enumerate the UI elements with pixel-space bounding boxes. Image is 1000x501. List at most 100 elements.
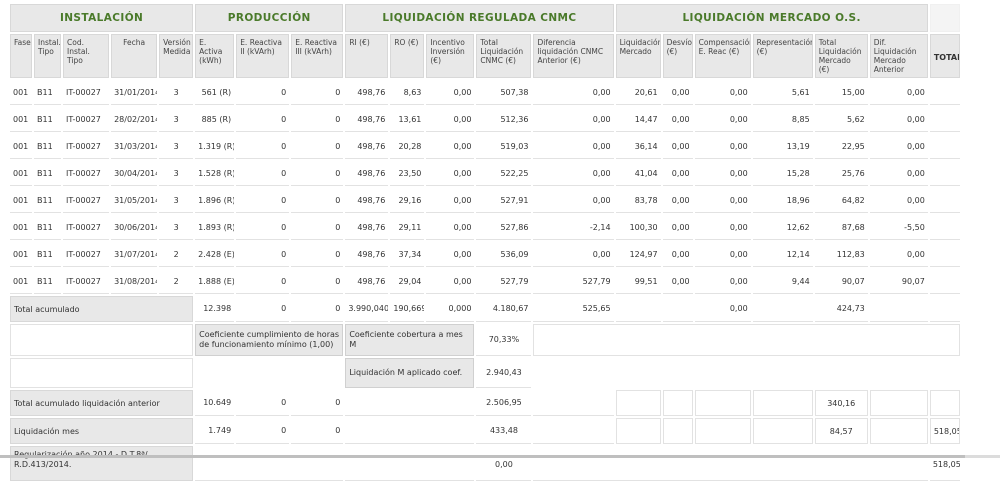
table-cell — [929, 134, 960, 159]
col-instal-tipo: Instal. Tipo — [34, 34, 62, 78]
table-cell: 527,86 — [476, 215, 532, 240]
table-cell — [929, 161, 960, 186]
table-row: 001 B11 IT-00027 31/05/2014 3 1.896 (R) 0 0 498,… — [10, 188, 960, 213]
table-cell: 124,97 — [615, 242, 661, 267]
mes-label: Liquidación mes — [10, 418, 194, 444]
table-cell: 1.528 (R) — [195, 161, 235, 186]
table-cell: 3 — [159, 80, 194, 105]
table-cell: 112,83 — [814, 242, 868, 267]
table-cell: 0 — [236, 161, 290, 186]
table-cell: 0,00 — [426, 134, 475, 159]
table-cell: 3 — [159, 188, 194, 213]
table-cell: 0,00 — [694, 80, 751, 105]
table-body: 001 B11 IT-00027 31/01/2014 3 561 (R) 0 0 498,76… — [10, 80, 960, 294]
table-cell: 0,00 — [694, 107, 751, 132]
coef-cobertura-label: Coeficiente cobertura a mes M — [345, 324, 475, 356]
table-cell: 0 — [291, 107, 344, 132]
horizontal-scrollbar[interactable] — [0, 455, 1000, 458]
regularizacion-total-cnmc: 0,00 — [476, 446, 532, 481]
col-version-medida: Versión Medida — [159, 34, 194, 78]
table-cell: 527,91 — [476, 188, 532, 213]
table-cell: 8,85 — [752, 107, 813, 132]
table-cell: 0 — [291, 134, 344, 159]
table-cell: 498,76 — [345, 161, 389, 186]
total-mercado: 424,73 — [814, 296, 868, 322]
table-cell: B11 — [34, 242, 62, 267]
coef-row-2: Liquidación M aplicado coef. 2.940,43 — [10, 358, 960, 388]
group-produccion: PRODUCCIÓN — [195, 4, 344, 32]
table-cell: IT-00027 — [63, 269, 110, 294]
table-cell: 0,00 — [662, 80, 693, 105]
anterior-total-mercado: 340,16 — [814, 390, 868, 416]
table-cell: 12,62 — [752, 215, 813, 240]
table-cell — [929, 269, 960, 294]
table-cell: 0 — [236, 107, 290, 132]
col-diferencia-cnmc: Diferencia liquidación CNMC Anterior (€) — [533, 34, 614, 78]
col-e-reactiva-iii: E. Reactiva III (kVArh) — [291, 34, 344, 78]
mes-total-cnmc: 433,48 — [476, 418, 532, 444]
table-cell: 885 (R) — [195, 107, 235, 132]
scrollbar-thumb[interactable] — [0, 455, 965, 458]
table-cell: 0 — [236, 80, 290, 105]
table-cell: 29,04 — [390, 269, 425, 294]
table-cell: 15,00 — [814, 80, 868, 105]
table-cell: 13,19 — [752, 134, 813, 159]
table-row: 001 B11 IT-00027 31/07/2014 2 2.428 (E) 0 0 498,… — [10, 242, 960, 267]
table-cell: 498,76 — [345, 107, 389, 132]
table-cell: IT-00027 — [63, 188, 110, 213]
total-cnmc: 4.180,67 — [476, 296, 532, 322]
col-desvios: Desvíos (€) — [662, 34, 693, 78]
table-cell: 0 — [291, 188, 344, 213]
table-cell: 0,00 — [533, 161, 614, 186]
table-cell: 9,44 — [752, 269, 813, 294]
table-cell: 001 — [10, 107, 33, 132]
table-cell: 001 — [10, 80, 33, 105]
anterior-e-reactiva-ii: 0 — [236, 390, 290, 416]
table-cell: 3 — [159, 107, 194, 132]
table-cell: -2,14 — [533, 215, 614, 240]
col-cod-instal-tipo: Cod. Instal. Tipo — [63, 34, 110, 78]
col-fase: Fase — [10, 34, 33, 78]
col-ri: RI (€) — [345, 34, 389, 78]
table-cell: B11 — [34, 107, 62, 132]
table-cell: 5,62 — [814, 107, 868, 132]
table-cell: 31/03/2014 — [111, 134, 158, 159]
total-ro: 190,669 — [390, 296, 425, 322]
table-cell: 0,00 — [694, 188, 751, 213]
table-cell: 22,95 — [814, 134, 868, 159]
table-cell: 3 — [159, 161, 194, 186]
table-cell: 527,79 — [476, 269, 532, 294]
table-cell: 0,00 — [869, 107, 928, 132]
table-cell — [929, 242, 960, 267]
anterior-e-reactiva-iii: 0 — [291, 390, 344, 416]
table-cell — [929, 188, 960, 213]
table-cell: 0,00 — [662, 134, 693, 159]
table-row: 001 B11 IT-00027 28/02/2014 3 885 (R) 0 0 498,76… — [10, 107, 960, 132]
total-e-reactiva-iii: 0 — [291, 296, 344, 322]
table-cell: 31/07/2014 — [111, 242, 158, 267]
table-cell: 0,00 — [662, 269, 693, 294]
table-cell: -5,50 — [869, 215, 928, 240]
col-incentivo: Incentivo Inversión (€) — [426, 34, 475, 78]
table-cell: 87,68 — [814, 215, 868, 240]
table-cell: 20,61 — [615, 80, 661, 105]
coef-row-1: Coeficiente cumplimiento de horas de fun… — [10, 324, 960, 356]
table-cell: 0,00 — [869, 80, 928, 105]
table-cell: 30/04/2014 — [111, 161, 158, 186]
total-e-activa: 12.398 — [195, 296, 235, 322]
col-e-reactiva-ii: E. Reactiva II (kVArh) — [236, 34, 290, 78]
table-cell: IT-00027 — [63, 80, 110, 105]
table-cell: B11 — [34, 134, 62, 159]
table-cell: 0 — [236, 269, 290, 294]
table-cell: 0,00 — [662, 215, 693, 240]
coef-cumplimiento: Coeficiente cumplimiento de horas de fun… — [195, 324, 344, 356]
col-representacion: Representación (€) — [752, 34, 813, 78]
table-cell: 99,51 — [615, 269, 661, 294]
table-cell: 25,76 — [814, 161, 868, 186]
table-cell: 29,16 — [390, 188, 425, 213]
total-acumulado-label: Total acumulado — [10, 296, 194, 322]
mes-e-reactiva-iii: 0 — [291, 418, 344, 444]
anterior-row: Total acumulado liquidación anterior 10.… — [10, 390, 960, 416]
regularizacion-row: Regularización año 2014 - D.T.8ª/ R.D.41… — [10, 446, 960, 481]
liquidacion-m-label: Liquidación M aplicado coef. — [345, 358, 475, 388]
